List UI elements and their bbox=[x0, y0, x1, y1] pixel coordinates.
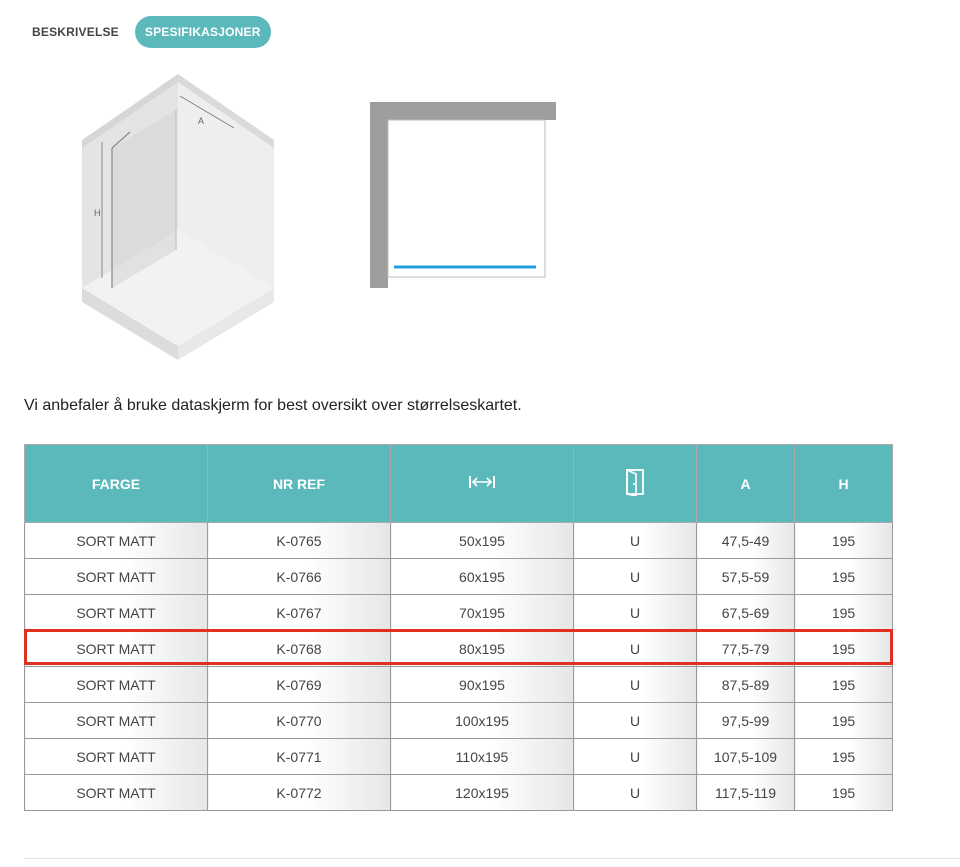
tab-spesifikasjoner[interactable]: SPESIFIKASJONER bbox=[134, 16, 271, 48]
cell-nr-ref: K-0771 bbox=[207, 738, 391, 775]
cell-h: 195 bbox=[794, 522, 893, 559]
cell-farge: SORT MATT bbox=[24, 522, 208, 559]
cell-size: 120x195 bbox=[390, 774, 574, 811]
table-row: SORT MATT K-0765 50x195 U 47,5-49 195 bbox=[24, 522, 893, 559]
cell-door: U bbox=[573, 666, 697, 703]
cell-h: 195 bbox=[794, 594, 893, 631]
cell-farge: SORT MATT bbox=[24, 558, 208, 595]
cell-nr-ref: K-0769 bbox=[207, 666, 391, 703]
tab-bar: BESKRIVELSE SPESIFIKASJONER bbox=[22, 16, 271, 48]
cell-h: 195 bbox=[794, 666, 893, 703]
cell-door: U bbox=[573, 630, 697, 667]
table-row: SORT MATT K-0766 60x195 U 57,5-59 195 bbox=[24, 558, 893, 595]
cell-a: 97,5-99 bbox=[696, 702, 795, 739]
table-body: SORT MATT K-0765 50x195 U 47,5-49 195 SORT MAT… bbox=[24, 522, 893, 811]
cell-door: U bbox=[573, 774, 697, 811]
svg-text:H: H bbox=[94, 208, 101, 218]
cell-door: U bbox=[573, 522, 697, 559]
header-door bbox=[573, 444, 697, 523]
table-row: SORT MATT K-0770 100x195 U 97,5-99 195 bbox=[24, 702, 893, 739]
cell-door: U bbox=[573, 702, 697, 739]
isometric-shower-diagram: A H bbox=[82, 74, 274, 360]
size-spec-table: FARGE NR REF A H SORT MATT K-0765 50x195… bbox=[24, 444, 893, 811]
cell-size: 110x195 bbox=[390, 738, 574, 775]
cell-farge: SORT MATT bbox=[24, 630, 208, 667]
cell-a: 117,5-119 bbox=[696, 774, 795, 811]
table-row: SORT MATT K-0772 120x195 U 117,5-119 195 bbox=[24, 774, 893, 811]
svg-text:A: A bbox=[198, 116, 204, 126]
cell-nr-ref: K-0770 bbox=[207, 702, 391, 739]
width-arrows-icon bbox=[469, 476, 495, 488]
cell-nr-ref: K-0766 bbox=[207, 558, 391, 595]
table-row: SORT MATT K-0771 110x195 U 107,5-109 195 bbox=[24, 738, 893, 775]
cell-farge: SORT MATT bbox=[24, 666, 208, 703]
cell-size: 80x195 bbox=[390, 630, 574, 667]
cell-a: 67,5-69 bbox=[696, 594, 795, 631]
cell-nr-ref: K-0768 bbox=[207, 630, 391, 667]
header-farge: FARGE bbox=[24, 444, 208, 523]
cell-farge: SORT MATT bbox=[24, 738, 208, 775]
cell-h: 195 bbox=[794, 738, 893, 775]
cell-nr-ref: K-0765 bbox=[207, 522, 391, 559]
cell-farge: SORT MATT bbox=[24, 594, 208, 631]
table-row: SORT MATT K-0767 70x195 U 67,5-69 195 bbox=[24, 594, 893, 631]
cell-a: 57,5-59 bbox=[696, 558, 795, 595]
cell-h: 195 bbox=[794, 630, 893, 667]
table-row: SORT MATT K-0769 90x195 U 87,5-89 195 bbox=[24, 666, 893, 703]
cell-a: 47,5-49 bbox=[696, 522, 795, 559]
cell-nr-ref: K-0767 bbox=[207, 594, 391, 631]
divider bbox=[24, 858, 960, 859]
cell-size: 70x195 bbox=[390, 594, 574, 631]
cell-h: 195 bbox=[794, 702, 893, 739]
header-width bbox=[390, 444, 574, 523]
cell-farge: SORT MATT bbox=[24, 702, 208, 739]
door-icon bbox=[626, 468, 644, 497]
header-h: H bbox=[794, 444, 893, 523]
cell-h: 195 bbox=[794, 558, 893, 595]
cell-door: U bbox=[573, 738, 697, 775]
cell-door: U bbox=[573, 558, 697, 595]
cell-a: 87,5-89 bbox=[696, 666, 795, 703]
cell-farge: SORT MATT bbox=[24, 774, 208, 811]
floor-plan-diagram bbox=[370, 102, 556, 288]
header-a: A bbox=[696, 444, 795, 523]
cell-a: 107,5-109 bbox=[696, 738, 795, 775]
tab-beskrivelse[interactable]: BESKRIVELSE bbox=[22, 16, 129, 48]
cell-door: U bbox=[573, 594, 697, 631]
recommendation-note: Vi anbefaler å bruke dataskjerm for best… bbox=[24, 397, 522, 414]
cell-h: 195 bbox=[794, 774, 893, 811]
cell-size: 100x195 bbox=[390, 702, 574, 739]
cell-nr-ref: K-0772 bbox=[207, 774, 391, 811]
header-nr-ref: NR REF bbox=[207, 444, 391, 523]
cell-size: 60x195 bbox=[390, 558, 574, 595]
table-header-row: FARGE NR REF A H bbox=[24, 444, 893, 523]
cell-size: 90x195 bbox=[390, 666, 574, 703]
cell-a: 77,5-79 bbox=[696, 630, 795, 667]
table-row: SORT MATT K-0768 80x195 U 77,5-79 195 bbox=[24, 630, 893, 667]
cell-size: 50x195 bbox=[390, 522, 574, 559]
